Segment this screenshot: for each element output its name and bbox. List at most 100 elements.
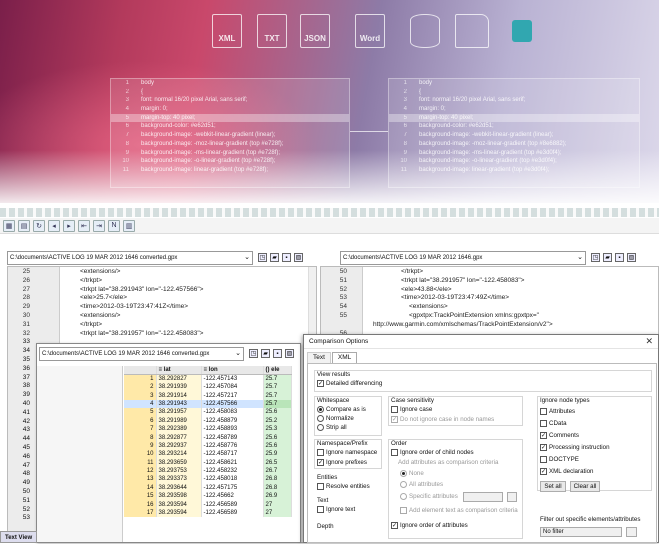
save-icon[interactable]: ◳ bbox=[258, 253, 267, 262]
specific-attributes-radio[interactable]: Specific attributes bbox=[400, 493, 458, 500]
tab-xml[interactable]: XML bbox=[331, 352, 358, 363]
editor-line[interactable]: 55 <gpxtpx:TrackPointExtension xmlns:gpxt… bbox=[321, 312, 651, 321]
do-not-ignore-case-checkbox[interactable]: ✓ Do not ignore case in node names bbox=[391, 416, 494, 423]
table-row[interactable]: 2 38.291939 -122.457084 25.7 bbox=[124, 383, 292, 392]
folder-open-icon[interactable]: ▰ bbox=[261, 349, 270, 358]
ignore-attribute-order-checkbox[interactable]: ✓ Ignore order of attributes bbox=[391, 522, 468, 529]
grid-cell-index[interactable]: 1 bbox=[124, 374, 157, 383]
grid-cell-index[interactable]: 5 bbox=[124, 408, 157, 417]
export-icon[interactable]: ▨ bbox=[294, 253, 303, 262]
grid-cell-lat[interactable]: 38.293214 bbox=[156, 450, 202, 459]
export-icon[interactable]: ▨ bbox=[627, 253, 636, 262]
grid-cell-lat[interactable]: 38.292827 bbox=[156, 374, 202, 383]
left-path-select[interactable]: C:\documents\ACTIVE LOG 19 MAR 2012 1646… bbox=[7, 251, 253, 265]
grid-cell-lon[interactable]: -122.457566 bbox=[201, 399, 264, 409]
table-row[interactable]: 15 38.293598 -122.45662 26.9 bbox=[124, 492, 292, 501]
specific-attributes-button[interactable] bbox=[507, 492, 517, 502]
disk-icon[interactable]: ▪ bbox=[282, 253, 291, 262]
grid-cell-lon[interactable]: -122.458083 bbox=[201, 408, 264, 417]
resolve-entities-checkbox[interactable]: Resolve entities bbox=[317, 483, 370, 490]
grid-cell-index[interactable]: 8 bbox=[124, 433, 157, 442]
grid-path-select[interactable]: C:\documents\ACTIVE LOG 19 MAR 2012 1646… bbox=[39, 347, 244, 361]
editor-line[interactable]: 51 <trkpt lat="38.291957" lon="-122.45808… bbox=[321, 277, 651, 286]
grid-cell-lat[interactable]: 38.291914 bbox=[156, 391, 202, 400]
tree-pane[interactable] bbox=[37, 366, 123, 542]
grid-cell-lon[interactable]: -122.458879 bbox=[201, 416, 264, 425]
grid-cell-index[interactable]: 3 bbox=[124, 391, 157, 400]
n-icon[interactable]: N bbox=[108, 219, 120, 232]
grid-cell-index[interactable]: 15 bbox=[124, 492, 157, 501]
doctype-checkbox[interactable]: DOCTYPE bbox=[540, 456, 579, 463]
grid-cell-lat[interactable]: 38.292937 bbox=[156, 441, 202, 451]
grid-cell-index[interactable]: 11 bbox=[124, 458, 157, 467]
new-comparison-icon[interactable]: ▦ bbox=[3, 219, 15, 232]
grid-cell-lat[interactable]: 38.291939 bbox=[156, 383, 202, 392]
editor-line[interactable]: 27 <trkpt lat="38.291943" lon="-122.45756… bbox=[8, 286, 308, 295]
options-icon[interactable]: ▥ bbox=[123, 219, 135, 232]
grid-cell-lat[interactable]: 38.291989 bbox=[156, 416, 202, 425]
table-row[interactable]: 6 38.291989 -122.458879 25.2 bbox=[124, 416, 292, 425]
grid-cell-lat[interactable]: 38.291943 bbox=[156, 399, 202, 409]
open-icon[interactable]: ▤ bbox=[18, 219, 30, 232]
table-row[interactable]: 1 38.292827 -122.457143 25.7 bbox=[124, 374, 292, 383]
last-diff-icon[interactable]: ⇥ bbox=[93, 219, 105, 232]
grid-cell-index[interactable]: 7 bbox=[124, 424, 157, 434]
grid-cell-ele[interactable]: 25.6 bbox=[263, 408, 292, 417]
grid-cell-lat[interactable]: 38.293598 bbox=[156, 492, 202, 501]
editor-line[interactable]: 52 <ele>43.88</ele> bbox=[321, 286, 651, 295]
grid-cell-index[interactable]: 16 bbox=[124, 500, 157, 509]
grid-cell-lon[interactable]: -122.458717 bbox=[201, 450, 264, 459]
table-row[interactable]: 10 38.293214 -122.458717 25.9 bbox=[124, 450, 292, 459]
grid-header-lon[interactable]: ≡ lon bbox=[201, 366, 264, 375]
save-icon[interactable]: ◳ bbox=[249, 349, 258, 358]
editor-line[interactable]: 30 <extensions/> bbox=[8, 312, 308, 321]
data-grid[interactable]: ≡ lat ≡ lon () ele 1 38.292827 -122.457143… bbox=[124, 366, 292, 518]
right-path-select[interactable]: C:\documents\ACTIVE LOG 19 MAR 2012 1646… bbox=[340, 251, 586, 265]
grid-cell-lon[interactable]: -122.458018 bbox=[201, 475, 264, 484]
grid-cell-lon[interactable]: -122.458232 bbox=[201, 466, 264, 476]
all-attributes-radio[interactable]: All attributes bbox=[400, 481, 443, 488]
grid-cell-index[interactable]: 13 bbox=[124, 475, 157, 484]
ignore-text-checkbox[interactable]: Ignore text bbox=[317, 506, 355, 513]
folder-open-icon[interactable]: ▰ bbox=[270, 253, 279, 262]
grid-cell-index[interactable]: 2 bbox=[124, 383, 157, 392]
save-icon[interactable]: ◳ bbox=[591, 253, 600, 262]
table-row[interactable]: 17 38.293594 -122.456589 27 bbox=[124, 508, 292, 518]
set-all-button[interactable]: Set all bbox=[540, 481, 566, 492]
grid-header-ele[interactable]: () ele bbox=[263, 366, 292, 375]
tab-text[interactable]: Text bbox=[307, 352, 331, 363]
grid-cell-lon[interactable]: -122.457217 bbox=[201, 391, 264, 400]
grid-cell-ele[interactable]: 26.7 bbox=[263, 466, 292, 476]
grid-cell-ele[interactable]: 25.9 bbox=[263, 450, 292, 459]
grid-cell-lat[interactable]: 38.291957 bbox=[156, 408, 202, 417]
ignore-namespace-checkbox[interactable]: Ignore namespace bbox=[317, 449, 377, 456]
editor-line[interactable]: 28 <ele>25.7</ele> bbox=[8, 294, 308, 303]
ignore-prefixes-checkbox[interactable]: ✓ Ignore prefixes bbox=[317, 459, 367, 466]
cdata-checkbox[interactable]: CData bbox=[540, 420, 567, 427]
grid-cell-ele[interactable]: 25.7 bbox=[263, 374, 292, 383]
refresh-icon[interactable]: ↻ bbox=[33, 219, 45, 232]
grid-header-lat[interactable]: ≡ lat bbox=[156, 366, 202, 375]
table-row[interactable]: 13 38.293373 -122.458018 26.8 bbox=[124, 475, 292, 484]
normalize-radio[interactable]: Normalize bbox=[317, 415, 354, 422]
grid-cell-lon[interactable]: -122.458893 bbox=[201, 424, 264, 434]
ignore-case-checkbox[interactable]: Ignore case bbox=[391, 406, 432, 413]
none-radio[interactable]: None bbox=[400, 470, 424, 477]
filter-button[interactable] bbox=[626, 527, 637, 537]
editor-line[interactable]: http://www.garmin.com/xmlschemas/TrackPo… bbox=[321, 321, 651, 330]
table-row[interactable]: 16 38.293594 -122.456589 27 bbox=[124, 500, 292, 509]
grid-cell-index[interactable]: 4 bbox=[124, 399, 157, 409]
grid-cell-ele[interactable]: 27 bbox=[263, 500, 292, 509]
grid-cell-lat[interactable]: 38.293659 bbox=[156, 458, 202, 467]
grid-cell-index[interactable]: 6 bbox=[124, 416, 157, 425]
grid-cell-ele[interactable]: 25.6 bbox=[263, 433, 292, 442]
grid-cell-index[interactable]: 12 bbox=[124, 466, 157, 476]
export-icon[interactable]: ▨ bbox=[285, 349, 294, 358]
editor-line[interactable]: 25 <extensions/> bbox=[8, 268, 308, 277]
table-row[interactable]: 14 38.293644 -122.457175 26.8 bbox=[124, 483, 292, 493]
filter-select[interactable]: No filter bbox=[540, 527, 622, 537]
grid-cell-ele[interactable]: 26.8 bbox=[263, 475, 292, 484]
grid-cell-ele[interactable]: 25.2 bbox=[263, 416, 292, 425]
folder-open-icon[interactable]: ▰ bbox=[603, 253, 612, 262]
disk-icon[interactable]: ▪ bbox=[273, 349, 282, 358]
